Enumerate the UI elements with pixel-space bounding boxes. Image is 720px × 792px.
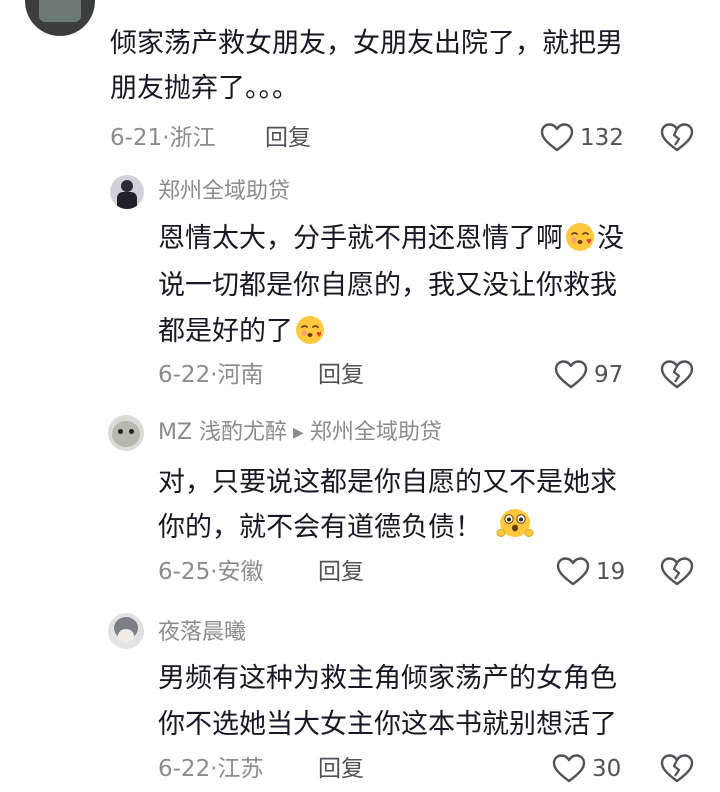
comment-author-line: MZ 浅酌尤醉 ▶ 郑州全域助贷 (158, 418, 442, 448)
comment-author[interactable]: MZ 浅酌尤醉 (158, 420, 287, 445)
avatar[interactable] (110, 175, 144, 209)
location: 浙江 (169, 125, 216, 151)
blowing-kiss-emoji (564, 221, 596, 267)
location: 河南 (217, 362, 264, 388)
heart-outline-icon (552, 754, 586, 783)
like-count: 19 (596, 559, 626, 585)
comment-author[interactable]: 夜落晨曦 (158, 618, 246, 648)
like-button[interactable] (552, 753, 586, 785)
like-count: 30 (592, 756, 622, 782)
comment-author[interactable]: 郑州全域助贷 (158, 177, 290, 207)
like-button[interactable] (540, 122, 574, 154)
dislike-button[interactable] (660, 753, 694, 785)
avatar[interactable] (25, 0, 95, 36)
date: 6-22 (158, 362, 211, 388)
dislike-button[interactable] (660, 556, 694, 588)
dislike-button[interactable] (660, 122, 694, 154)
blowing-kiss-emoji (294, 314, 326, 360)
location: 江苏 (217, 756, 264, 782)
reply-button[interactable]: 回复 (265, 122, 311, 154)
comment-date: 6-25·安徽 (158, 559, 264, 585)
comment-text-line: 你的，就不会有道德负债！ (158, 505, 535, 556)
comment-text-line: 朋友抛弃了。。。 (110, 73, 299, 104)
broken-heart-icon (660, 123, 694, 152)
comment-text-line: 恩情太大，分手就不用还恩情了啊没 (158, 216, 624, 267)
comment-date: 6-22·江苏 (158, 756, 264, 782)
broken-heart-icon (660, 754, 694, 783)
like-count: 97 (594, 362, 624, 388)
dislike-button[interactable] (660, 359, 694, 391)
comment-text-line: 都是好的了 (158, 309, 327, 360)
comment-text-line: 对，只要说这都是你自愿的又不是她求 (158, 467, 617, 498)
comment-text-line: 说一切都是你自愿的，我又没让你救我 (158, 270, 617, 301)
location: 安徽 (217, 559, 264, 585)
comment-date: 6-22·河南 (158, 362, 264, 388)
like-button[interactable] (554, 359, 588, 391)
avatar[interactable] (108, 613, 144, 649)
avatar[interactable] (108, 415, 144, 451)
broken-heart-icon (660, 360, 694, 389)
reply-button[interactable]: 回复 (318, 359, 364, 391)
date: 6-22 (158, 756, 211, 782)
triangle-right-icon: ▶ (293, 425, 304, 441)
comment-date: 6-21·浙江 (110, 125, 216, 151)
surprised-emoji (496, 506, 534, 556)
comment-text-line: 你不选她当大女主你这本书就别想活了 (158, 709, 617, 740)
heart-outline-icon (540, 123, 574, 152)
comment-text-line: 男频有这种为救主角倾家荡产的女角色 (158, 663, 617, 694)
reply-to-author[interactable]: 郑州全域助贷 (310, 420, 442, 445)
comment-text-line: 倾家荡产救女朋友，女朋友出院了，就把男 (110, 28, 623, 59)
reply-button[interactable]: 回复 (318, 556, 364, 588)
reply-button[interactable]: 回复 (318, 753, 364, 785)
like-count: 132 (580, 125, 624, 151)
like-button[interactable] (556, 556, 590, 588)
broken-heart-icon (660, 557, 694, 586)
heart-outline-icon (554, 360, 588, 389)
heart-outline-icon (556, 557, 590, 586)
date: 6-25 (158, 559, 211, 585)
date: 6-21 (110, 125, 163, 151)
